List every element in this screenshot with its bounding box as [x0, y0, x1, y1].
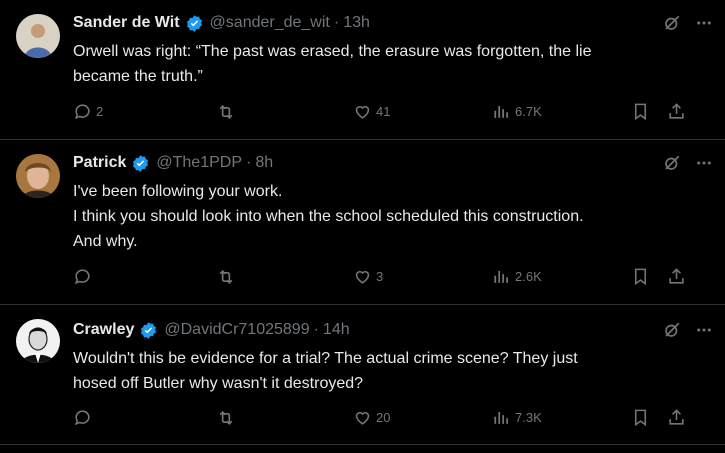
grok-icon[interactable]	[663, 154, 681, 172]
grok-icon[interactable]	[663, 321, 681, 339]
repost-button[interactable]	[216, 102, 240, 122]
repost-icon	[219, 410, 233, 426]
like-count: 41	[376, 104, 391, 119]
grok-icon[interactable]	[663, 14, 681, 32]
tweet-text-line: became the truth.”	[73, 68, 203, 85]
reply-icon	[74, 410, 90, 426]
verified-badge-icon	[139, 321, 158, 340]
share-button[interactable]	[667, 102, 686, 121]
tweet-top-actions	[663, 154, 713, 172]
reply-timeline: Sander de Wit @sander_de_wit · 13h Orwel…	[0, 0, 725, 453]
tweet-text-line: hosed off Butler why wasn't it destroyed…	[73, 375, 364, 392]
timestamp[interactable]: 14h	[323, 321, 350, 339]
avatar[interactable]	[16, 319, 60, 363]
separator: ·	[313, 321, 319, 338]
tweet[interactable]: Sander de Wit @sander_de_wit · 13h Orwel…	[0, 0, 725, 140]
tweet-top-actions	[663, 14, 713, 32]
like-button[interactable]: 20	[353, 408, 390, 427]
tweet-actions: 3 2.6K	[0, 267, 725, 291]
tweet-text: I've been following your work. I think y…	[73, 179, 685, 254]
tweet-actions: 2 41 6.7K	[0, 102, 725, 126]
bookmark-button[interactable]	[631, 408, 650, 427]
like-count: 20	[376, 410, 391, 425]
views-count: 7.3K	[515, 410, 542, 425]
views-count: 6.7K	[515, 104, 542, 119]
repost-button[interactable]	[216, 267, 240, 287]
share-icon	[669, 409, 684, 425]
tweet-text-line: I've been following your work.	[73, 183, 283, 200]
avatar[interactable]	[16, 14, 60, 58]
like-button[interactable]: 41	[353, 102, 390, 121]
share-button[interactable]	[667, 408, 686, 427]
share-icon	[669, 103, 684, 119]
views-button[interactable]: 2.6K	[492, 267, 542, 286]
tweet-top-actions	[663, 321, 713, 339]
repost-icon	[219, 104, 233, 120]
reply-count: 2	[96, 104, 104, 119]
like-button[interactable]: 3	[353, 267, 383, 286]
verified-badge-icon	[185, 14, 204, 33]
share-button[interactable]	[667, 267, 686, 286]
author-name[interactable]: Patrick	[73, 154, 126, 172]
reply-button[interactable]	[73, 267, 96, 286]
views-icon	[494, 411, 508, 424]
repost-button[interactable]	[216, 408, 240, 428]
reply-button[interactable]: 2	[73, 102, 103, 121]
author-name[interactable]: Crawley	[73, 321, 134, 339]
author-name[interactable]: Sander de Wit	[73, 14, 180, 32]
separator: ·	[245, 154, 252, 171]
views-icon	[494, 270, 508, 283]
like-icon	[355, 106, 370, 119]
tweet-actions: 20 7.3K	[0, 408, 725, 432]
like-icon	[355, 271, 370, 284]
bookmark-button[interactable]	[631, 267, 650, 286]
tweet[interactable]: Patrick @The1PDP · 8h I've been followin…	[0, 140, 725, 305]
views-icon	[494, 105, 508, 118]
share-icon	[669, 268, 684, 284]
tweet-text: Wouldn't this be evidence for a trial? T…	[73, 346, 685, 396]
bookmark-icon	[634, 103, 647, 121]
reply-button[interactable]	[73, 408, 96, 427]
views-button[interactable]: 6.7K	[492, 102, 542, 121]
tweet-header: Patrick @The1PDP · 8h	[73, 152, 685, 174]
like-count: 3	[376, 269, 384, 284]
reply-icon	[74, 269, 90, 285]
timestamp[interactable]: 13h	[343, 14, 370, 32]
more-icon[interactable]	[695, 154, 713, 172]
separator: ·	[333, 14, 340, 31]
views-count: 2.6K	[515, 269, 542, 284]
repost-icon	[219, 269, 233, 285]
tweet-text-line: I think you should look into when the sc…	[73, 208, 584, 225]
bookmark-icon	[634, 409, 647, 427]
tweet-text-line: Orwell was right: “The past was erased, …	[73, 43, 592, 60]
like-icon	[355, 412, 370, 425]
author-handle[interactable]: @DavidCr71025899	[164, 321, 309, 339]
tweet-header: Sander de Wit @sander_de_wit · 13h	[73, 12, 685, 34]
tweet-text-line: Wouldn't this be evidence for a trial? T…	[73, 350, 578, 367]
tweet-header: Crawley @DavidCr71025899 · 14h	[73, 319, 685, 341]
verified-badge-icon	[131, 154, 150, 173]
avatar[interactable]	[16, 154, 60, 198]
timestamp[interactable]: 8h	[255, 154, 273, 172]
more-icon[interactable]	[695, 321, 713, 339]
author-handle[interactable]: @The1PDP	[156, 154, 242, 172]
tweet-text-line: And why.	[73, 233, 138, 250]
author-handle[interactable]: @sander_de_wit	[210, 14, 330, 32]
tweet[interactable]: Crawley @DavidCr71025899 · 14h Wouldn't …	[0, 305, 725, 445]
reply-icon	[74, 104, 90, 120]
more-icon[interactable]	[695, 14, 713, 32]
bookmark-button[interactable]	[631, 102, 650, 121]
tweet-text: Orwell was right: “The past was erased, …	[73, 39, 685, 89]
bookmark-icon	[634, 268, 647, 286]
views-button[interactable]: 7.3K	[492, 408, 542, 427]
